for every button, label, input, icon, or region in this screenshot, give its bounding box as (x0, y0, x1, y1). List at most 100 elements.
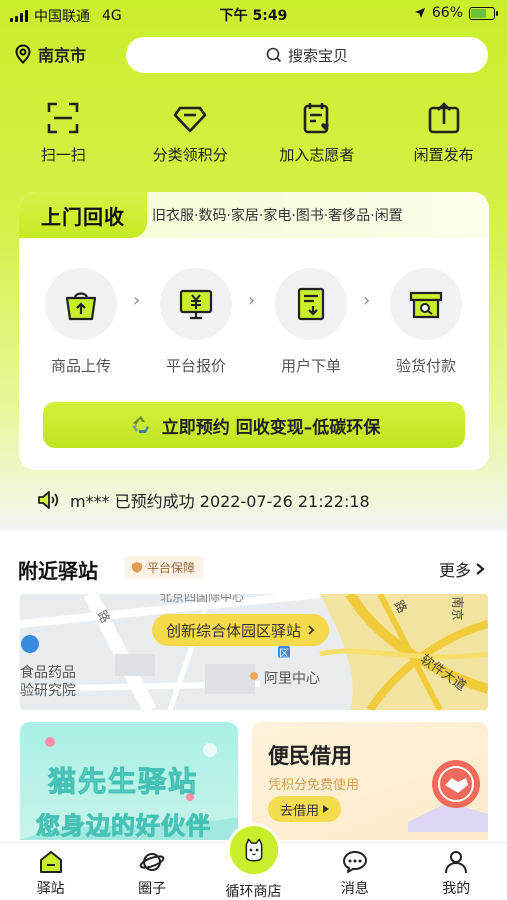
search-placeholder: 搜索宝贝 (287, 46, 348, 65)
step-quote-label: 平台报价 (165, 357, 226, 375)
map-top-label: 北京四国际中心 (160, 594, 245, 604)
step-upload[interactable]: 商品上传 (31, 268, 131, 376)
recycle-card-header: 上门回收 旧衣服·数码·家居·家电·图书·奢侈品·闲置 (19, 192, 489, 238)
promo-station-subtitle: 您身边的好伙伴 (36, 812, 211, 841)
map-road-label-3: 南京 (450, 596, 465, 621)
book-pickup-button[interactable]: 立即预约 回收变现–低碳环保 (43, 402, 465, 448)
tab-station-label: 驿站 (36, 881, 65, 897)
city-selector[interactable]: 南京市 (14, 42, 86, 66)
recycle-title: 上门回收 (19, 192, 147, 238)
battery-fill (471, 8, 486, 18)
promo-borrow-subtitle: 凭积分免费使用 (268, 778, 360, 793)
person-icon (445, 851, 468, 874)
step-order-circle (275, 268, 347, 340)
promo-borrow[interactable]: 便民借用 凭积分免费使用 去借用 (252, 722, 488, 840)
notice-text: m*** 已预约成功 2022-07-26 21:22:18 (70, 492, 370, 511)
station-pin-label: 创新综合体园区驿站 (166, 621, 302, 640)
shop-badge (226, 823, 281, 877)
guarantee-badge: 平台保障 (125, 556, 204, 578)
bottom-tabbar: 驿站 圈子 循环商店 消息 我的 (0, 823, 507, 900)
step-arrow-icon: › (248, 290, 256, 311)
map-place-institute: 验研究院 (20, 683, 76, 699)
battery-icon (469, 6, 498, 20)
quick-points-label: 分类领积分 (152, 146, 228, 164)
speaker-icon (38, 491, 59, 509)
battery-percent: 66% (431, 5, 463, 21)
quick-volunteer[interactable]: 加入志愿者 (254, 100, 381, 165)
step-order[interactable]: 用户下单 (261, 268, 361, 376)
station-map[interactable]: 北京四国际中心 区 创新综合体园区驿站 阿里中心 食品药品 验研究院 软件大道 … (20, 594, 488, 710)
nearby-title: 附近驿站 (18, 559, 98, 583)
step-arrow-icon: › (363, 290, 371, 311)
recycle-steps: 商品上传 › 平台报价 › 用户下单 › 验货付款 (19, 268, 489, 378)
map-poi-badge: 区 (279, 649, 289, 660)
inspect-box-icon (409, 291, 443, 319)
quick-volunteer-label: 加入志愿者 (279, 146, 355, 164)
step-arrow-icon: › (133, 290, 141, 311)
step-inspect[interactable]: 验货付款 (376, 268, 476, 376)
diamond-icon (173, 106, 207, 133)
guarantee-badge-label: 平台保障 (147, 560, 196, 575)
chevron-right-icon (308, 625, 315, 635)
search-icon (266, 47, 282, 63)
calendar-heart-icon (303, 103, 329, 134)
quick-points[interactable]: 分类领积分 (127, 100, 254, 165)
location-pin-icon (15, 44, 31, 64)
book-pickup-label: 立即预约 回收变现–低碳环保 (161, 417, 381, 438)
upload-icon (428, 102, 459, 134)
step-quote-circle (160, 268, 232, 340)
borrow-button[interactable]: 去借用 (268, 796, 342, 822)
quick-scan-label: 扫一扫 (40, 146, 86, 164)
location-arrow-icon (414, 8, 425, 18)
planet-icon (139, 853, 165, 871)
quick-publish[interactable]: 闲置发布 (380, 100, 507, 165)
step-quote[interactable]: 平台报价 (146, 268, 246, 376)
tab-messages-label: 消息 (340, 881, 369, 897)
step-inspect-label: 验货付款 (395, 357, 456, 375)
promo-borrow-title: 便民借用 (268, 744, 352, 768)
home-icon (39, 851, 62, 873)
tab-profile[interactable]: 我的 (406, 843, 507, 900)
chat-icon (342, 851, 367, 873)
status-bar: 中国联通 4G 下午 5:49 66% (0, 0, 507, 30)
recycle-icon (131, 416, 149, 433)
station-pin[interactable]: 创新综合体园区驿站 (152, 614, 330, 646)
bag-upload-icon (65, 292, 97, 321)
tab-station[interactable]: 驿站 (0, 843, 101, 900)
recycle-categories: 旧衣服·数码·家居·家电·图书·奢侈品·闲置 (152, 208, 403, 224)
more-label: 更多 (438, 561, 471, 580)
booking-notice: m*** 已预约成功 2022-07-26 21:22:18 (36, 488, 370, 512)
map-roads (20, 594, 488, 710)
status-right: 66% (414, 5, 498, 21)
tab-circle-label: 圈子 (138, 881, 167, 897)
shield-icon (132, 561, 142, 573)
order-icon (297, 287, 325, 321)
tab-shop[interactable]: 循环商店 (203, 823, 304, 900)
scan-icon (48, 102, 79, 134)
tab-profile-label: 我的 (442, 881, 471, 897)
chevron-right-icon (476, 563, 485, 575)
step-inspect-circle (390, 268, 462, 340)
borrow-button-label: 去借用 (280, 803, 320, 819)
quick-publish-label: 闲置发布 (413, 146, 474, 164)
monitor-yuan-icon (179, 289, 213, 320)
tab-shop-label: 循环商店 (225, 884, 282, 900)
quick-actions: 扫一扫 分类领积分 加入志愿者 闲置发布 (0, 100, 507, 165)
step-order-label: 用户下单 (280, 357, 341, 375)
triangle-right-icon (323, 805, 330, 813)
search-input[interactable]: 搜索宝贝 (126, 37, 488, 73)
more-link[interactable]: 更多 (439, 557, 485, 581)
map-place-ali: 阿里中心 (264, 671, 320, 687)
handshake-icon (408, 760, 488, 832)
promo-station-title: 猫先生驿站 (47, 765, 199, 799)
tab-messages[interactable]: 消息 (304, 843, 405, 900)
quick-scan[interactable]: 扫一扫 (0, 100, 127, 165)
tab-circle[interactable]: 圈子 (101, 843, 202, 900)
recycle-card: 上门回收 旧衣服·数码·家居·家电·图书·奢侈品·闲置 商品上传 › 平台报价 … (19, 192, 489, 470)
step-upload-circle (45, 268, 117, 340)
step-upload-label: 商品上传 (50, 357, 111, 375)
city-name: 南京市 (38, 46, 87, 65)
promo-station[interactable]: 猫先生驿站 您身边的好伙伴 (20, 722, 238, 840)
map-place-food: 食品药品 (20, 665, 76, 681)
cat-logo-icon (245, 838, 263, 862)
